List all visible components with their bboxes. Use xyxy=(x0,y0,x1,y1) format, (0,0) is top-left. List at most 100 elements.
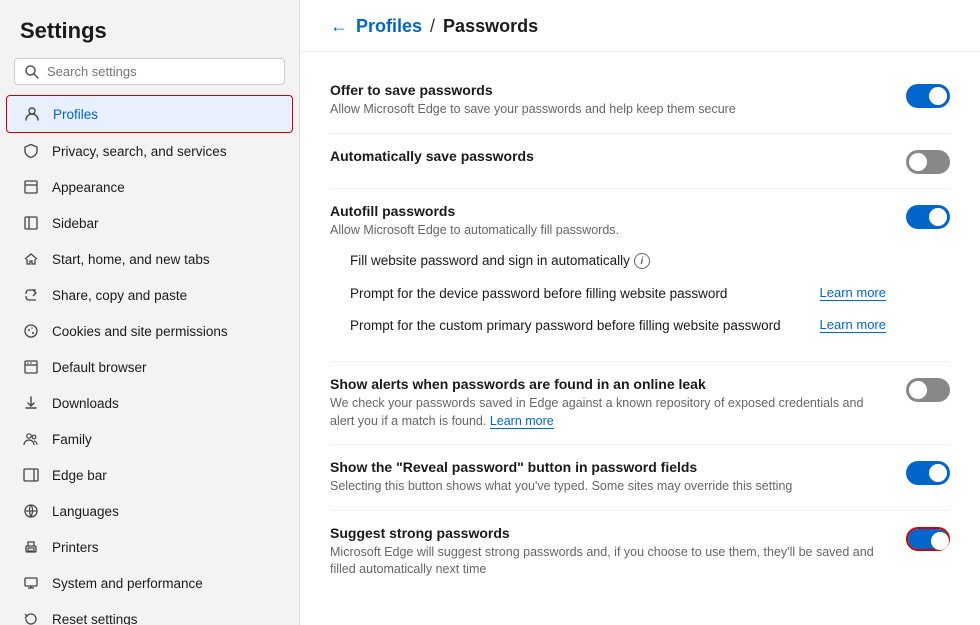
radio-option[interactable]: Fill website password and sign in automa… xyxy=(340,245,886,277)
radio-option[interactable]: Prompt for the custom primary password b… xyxy=(340,309,886,341)
sidebar-item-languages[interactable]: Languages xyxy=(6,493,293,529)
browser-icon xyxy=(22,358,40,376)
person-icon xyxy=(23,105,41,123)
sidebar-item-label: Profiles xyxy=(53,107,98,122)
setting-title: Show alerts when passwords are found in … xyxy=(330,376,886,392)
radio-group: Fill website password and sign in automa… xyxy=(330,239,886,347)
radio-label: Fill website password and sign in automa… xyxy=(350,253,886,269)
setting-desc: Allow Microsoft Edge to automatically fi… xyxy=(330,222,886,240)
toggle-slider[interactable] xyxy=(906,150,950,174)
cookie-icon xyxy=(22,322,40,340)
main-content: ← Profiles / Passwords Offer to save pas… xyxy=(300,0,980,625)
sidebar-item-label: System and performance xyxy=(52,576,203,591)
sidebar-item-label: Privacy, search, and services xyxy=(52,144,227,159)
radio-option[interactable]: Prompt for the device password before fi… xyxy=(340,277,886,309)
language-icon xyxy=(22,502,40,520)
toggle-slider[interactable] xyxy=(906,461,950,485)
back-button[interactable]: ← xyxy=(330,16,348,37)
breadcrumb-parent: Profiles xyxy=(356,16,422,37)
setting-row-online-leak: Show alerts when passwords are found in … xyxy=(330,362,950,445)
sidebar-item-system[interactable]: System and performance xyxy=(6,565,293,601)
setting-row-autofill: Autofill passwords Allow Microsoft Edge … xyxy=(330,189,950,363)
sidebar-item-family[interactable]: Family xyxy=(6,421,293,457)
toggle-reveal-btn[interactable] xyxy=(906,461,950,485)
sidebar-item-label: Default browser xyxy=(52,360,147,375)
sidebar-item-label: Downloads xyxy=(52,396,119,411)
setting-info: Show alerts when passwords are found in … xyxy=(330,376,906,430)
sidebar-item-profiles[interactable]: Profiles xyxy=(6,95,293,133)
reset-icon xyxy=(22,610,40,625)
toggle-offer-save[interactable] xyxy=(906,84,950,108)
setting-row-strong-passwords: Suggest strong passwords Microsoft Edge … xyxy=(330,511,950,593)
sidebar-item-edge-bar[interactable]: Edge bar xyxy=(6,457,293,493)
download-icon xyxy=(22,394,40,412)
setting-title: Suggest strong passwords xyxy=(330,525,886,541)
setting-title: Automatically save passwords xyxy=(330,148,886,164)
sidebar-item-label: Start, home, and new tabs xyxy=(52,252,210,267)
sidebar-title: Settings xyxy=(0,0,299,54)
toggle-slider[interactable] xyxy=(906,378,950,402)
setting-desc: Microsoft Edge will suggest strong passw… xyxy=(330,544,886,579)
sidebar: Settings Profiles Privacy, search, and s… xyxy=(0,0,300,625)
setting-row-reveal-btn: Show the "Reveal password" button in pas… xyxy=(330,445,950,511)
toggle-auto-save[interactable] xyxy=(906,150,950,174)
radio-label: Prompt for the device password before fi… xyxy=(350,286,810,301)
toggle-slider[interactable] xyxy=(906,205,950,229)
edge-bar-icon xyxy=(22,466,40,484)
sidebar-item-label: Cookies and site permissions xyxy=(52,324,228,339)
sidebar-item-appearance[interactable]: Appearance xyxy=(6,169,293,205)
setting-info: Suggest strong passwords Microsoft Edge … xyxy=(330,525,906,579)
shield-icon xyxy=(22,142,40,160)
sidebar-item-privacy[interactable]: Privacy, search, and services xyxy=(6,133,293,169)
sidebar-item-label: Sidebar xyxy=(52,216,99,231)
learn-more-link[interactable]: Learn more xyxy=(820,285,886,301)
sidebar-item-downloads[interactable]: Downloads xyxy=(6,385,293,421)
setting-info: Automatically save passwords xyxy=(330,148,906,167)
sidebar-icon xyxy=(22,214,40,232)
sidebar-item-printers[interactable]: Printers xyxy=(6,529,293,565)
sidebar-item-cookies[interactable]: Cookies and site permissions xyxy=(6,313,293,349)
toggle-strong-passwords[interactable] xyxy=(906,527,950,551)
sidebar-item-share[interactable]: Share, copy and paste xyxy=(6,277,293,313)
sidebar-item-label: Appearance xyxy=(52,180,125,195)
setting-desc: Allow Microsoft Edge to save your passwo… xyxy=(330,101,886,119)
breadcrumb-current: Passwords xyxy=(443,16,538,37)
search-input[interactable] xyxy=(47,64,274,79)
toggle-online-leak[interactable] xyxy=(906,378,950,402)
sidebar-item-label: Languages xyxy=(52,504,119,519)
home-icon xyxy=(22,250,40,268)
toggle-slider[interactable] xyxy=(906,84,950,108)
setting-title: Offer to save passwords xyxy=(330,82,886,98)
setting-title: Autofill passwords xyxy=(330,203,886,219)
system-icon xyxy=(22,574,40,592)
sidebar-item-label: Reset settings xyxy=(52,612,138,625)
settings-content: Offer to save passwords Allow Microsoft … xyxy=(300,52,980,609)
sidebar-item-reset[interactable]: Reset settings xyxy=(6,601,293,625)
setting-row-auto-save: Automatically save passwords xyxy=(330,134,950,189)
breadcrumb: ← Profiles / Passwords xyxy=(300,0,980,52)
radio-label: Prompt for the custom primary password b… xyxy=(350,318,810,333)
sidebar-item-label: Printers xyxy=(52,540,99,555)
sidebar-item-start-home[interactable]: Start, home, and new tabs xyxy=(6,241,293,277)
search-icon xyxy=(25,65,39,79)
share-icon xyxy=(22,286,40,304)
breadcrumb-separator: / xyxy=(430,16,435,37)
setting-row-offer-save: Offer to save passwords Allow Microsoft … xyxy=(330,68,950,134)
setting-info: Autofill passwords Allow Microsoft Edge … xyxy=(330,203,906,348)
learn-more-link[interactable]: Learn more xyxy=(820,317,886,333)
sidebar-item-label: Share, copy and paste xyxy=(52,288,187,303)
toggle-autofill[interactable] xyxy=(906,205,950,229)
sidebar-item-sidebar[interactable]: Sidebar xyxy=(6,205,293,241)
setting-title: Show the "Reveal password" button in pas… xyxy=(330,459,886,475)
toggle-slider[interactable] xyxy=(908,529,948,549)
sidebar-item-label: Edge bar xyxy=(52,468,107,483)
setting-info: Show the "Reveal password" button in pas… xyxy=(330,459,906,496)
search-box[interactable] xyxy=(14,58,285,85)
setting-info: Offer to save passwords Allow Microsoft … xyxy=(330,82,906,119)
sidebar-item-default-browser[interactable]: Default browser xyxy=(6,349,293,385)
sidebar-item-label: Family xyxy=(52,432,92,447)
appearance-icon xyxy=(22,178,40,196)
learn-more-link[interactable]: Learn more xyxy=(490,414,554,429)
setting-desc: Selecting this button shows what you've … xyxy=(330,478,886,496)
setting-desc: We check your passwords saved in Edge ag… xyxy=(330,395,886,430)
